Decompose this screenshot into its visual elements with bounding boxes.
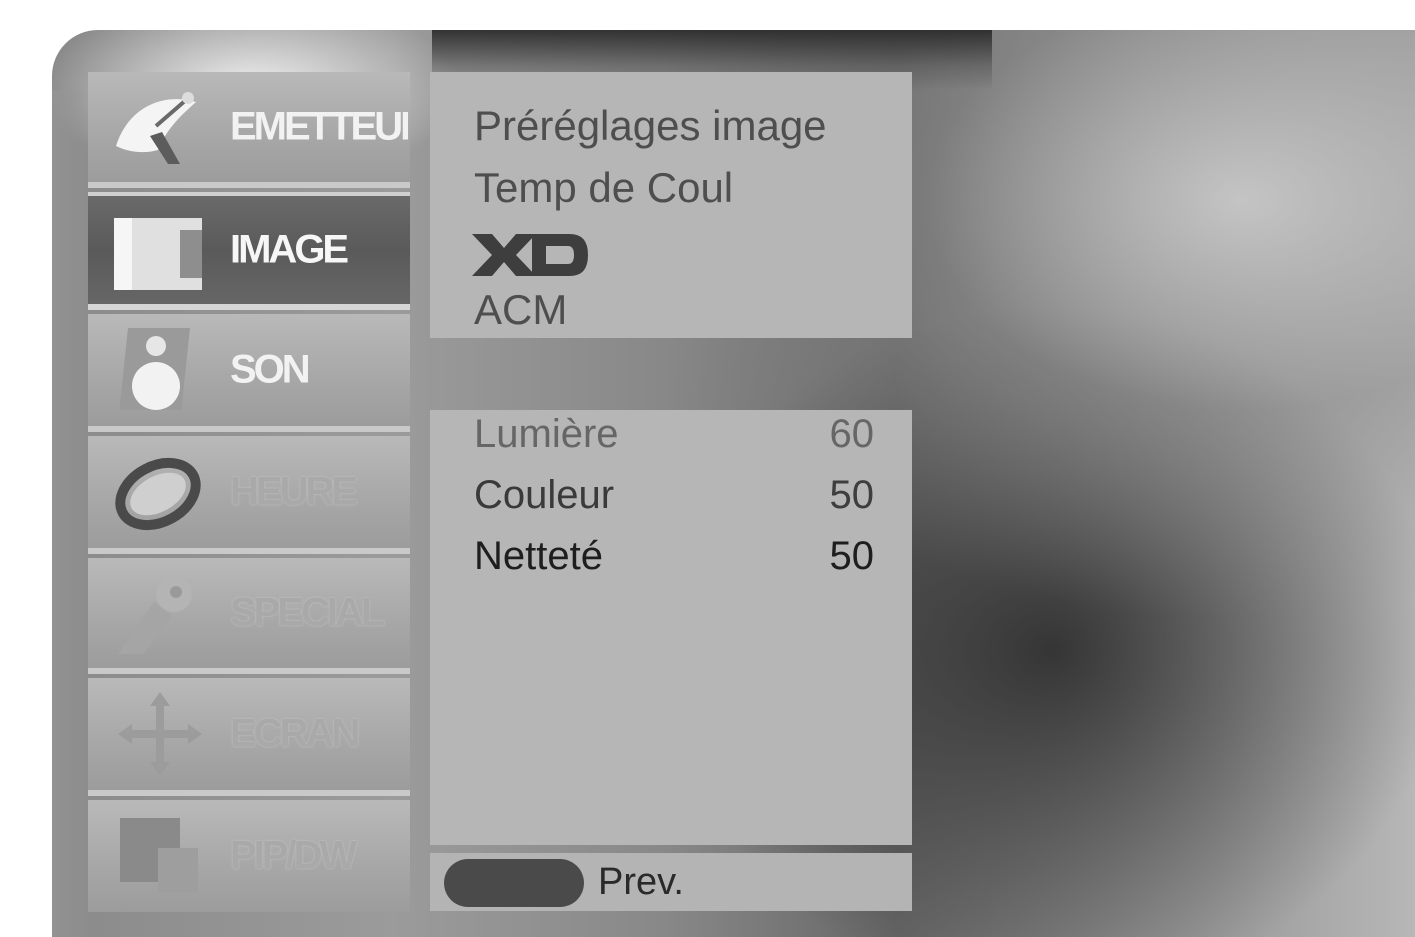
move-arrows-icon [118, 692, 202, 774]
setting-row-couleur[interactable]: Couleur 50 [474, 473, 874, 523]
setting-value: 50 [829, 473, 875, 517]
menu-label: SPECIAL [230, 590, 385, 635]
submenu-item-preset[interactable]: Préréglages image [474, 102, 827, 150]
pip-icon [120, 818, 198, 892]
speaker-icon [117, 328, 190, 410]
menu-label: PIP/DW [230, 833, 357, 878]
setting-label: Netteté [474, 534, 603, 578]
menu-item-emetteur[interactable]: EMETTEUR [88, 72, 410, 188]
menu-label: IMAGE [230, 227, 349, 272]
menu-item-son[interactable]: SON [88, 314, 410, 432]
satellite-dish-icon [116, 92, 196, 164]
picture-icon [114, 218, 202, 290]
menu-item-ecran[interactable]: ECRAN [88, 678, 410, 796]
setting-value: 60 [829, 412, 875, 456]
setting-value: 50 [829, 534, 875, 578]
settings-panel: Lumière 60 Couleur 50 Netteté 50 [430, 410, 912, 845]
setting-row-nettete[interactable]: Netteté 50 [474, 534, 874, 584]
menu-item-pip-dw[interactable]: PIP/DW [88, 800, 410, 912]
menu-item-heure[interactable]: HEURE [88, 436, 410, 554]
clock-icon [115, 457, 201, 531]
menu-label: ECRAN [230, 711, 360, 756]
prev-button[interactable] [444, 859, 584, 907]
menu-label: SON [230, 347, 311, 392]
left-shading [52, 90, 92, 937]
submenu-item-color-temp[interactable]: Temp de Coul [474, 164, 733, 212]
image-submenu: Préréglages image Temp de Coul ACM [430, 72, 912, 338]
menu-item-special[interactable]: SPECIAL [88, 558, 410, 674]
key-icon [118, 576, 192, 654]
setting-row-lumiere[interactable]: Lumière 60 [474, 412, 874, 462]
xd-logo[interactable] [470, 232, 590, 278]
menu-label: HEURE [230, 469, 358, 514]
submenu-item-acm[interactable]: ACM [474, 286, 567, 334]
menu-item-image[interactable]: IMAGE [88, 192, 410, 310]
menu-label: EMETTEUR [230, 104, 408, 149]
prev-label: Prev. [598, 861, 684, 903]
footer-bar: Prev. [430, 853, 912, 911]
setting-label: Couleur [474, 473, 615, 517]
setting-label: Lumière [474, 412, 619, 456]
